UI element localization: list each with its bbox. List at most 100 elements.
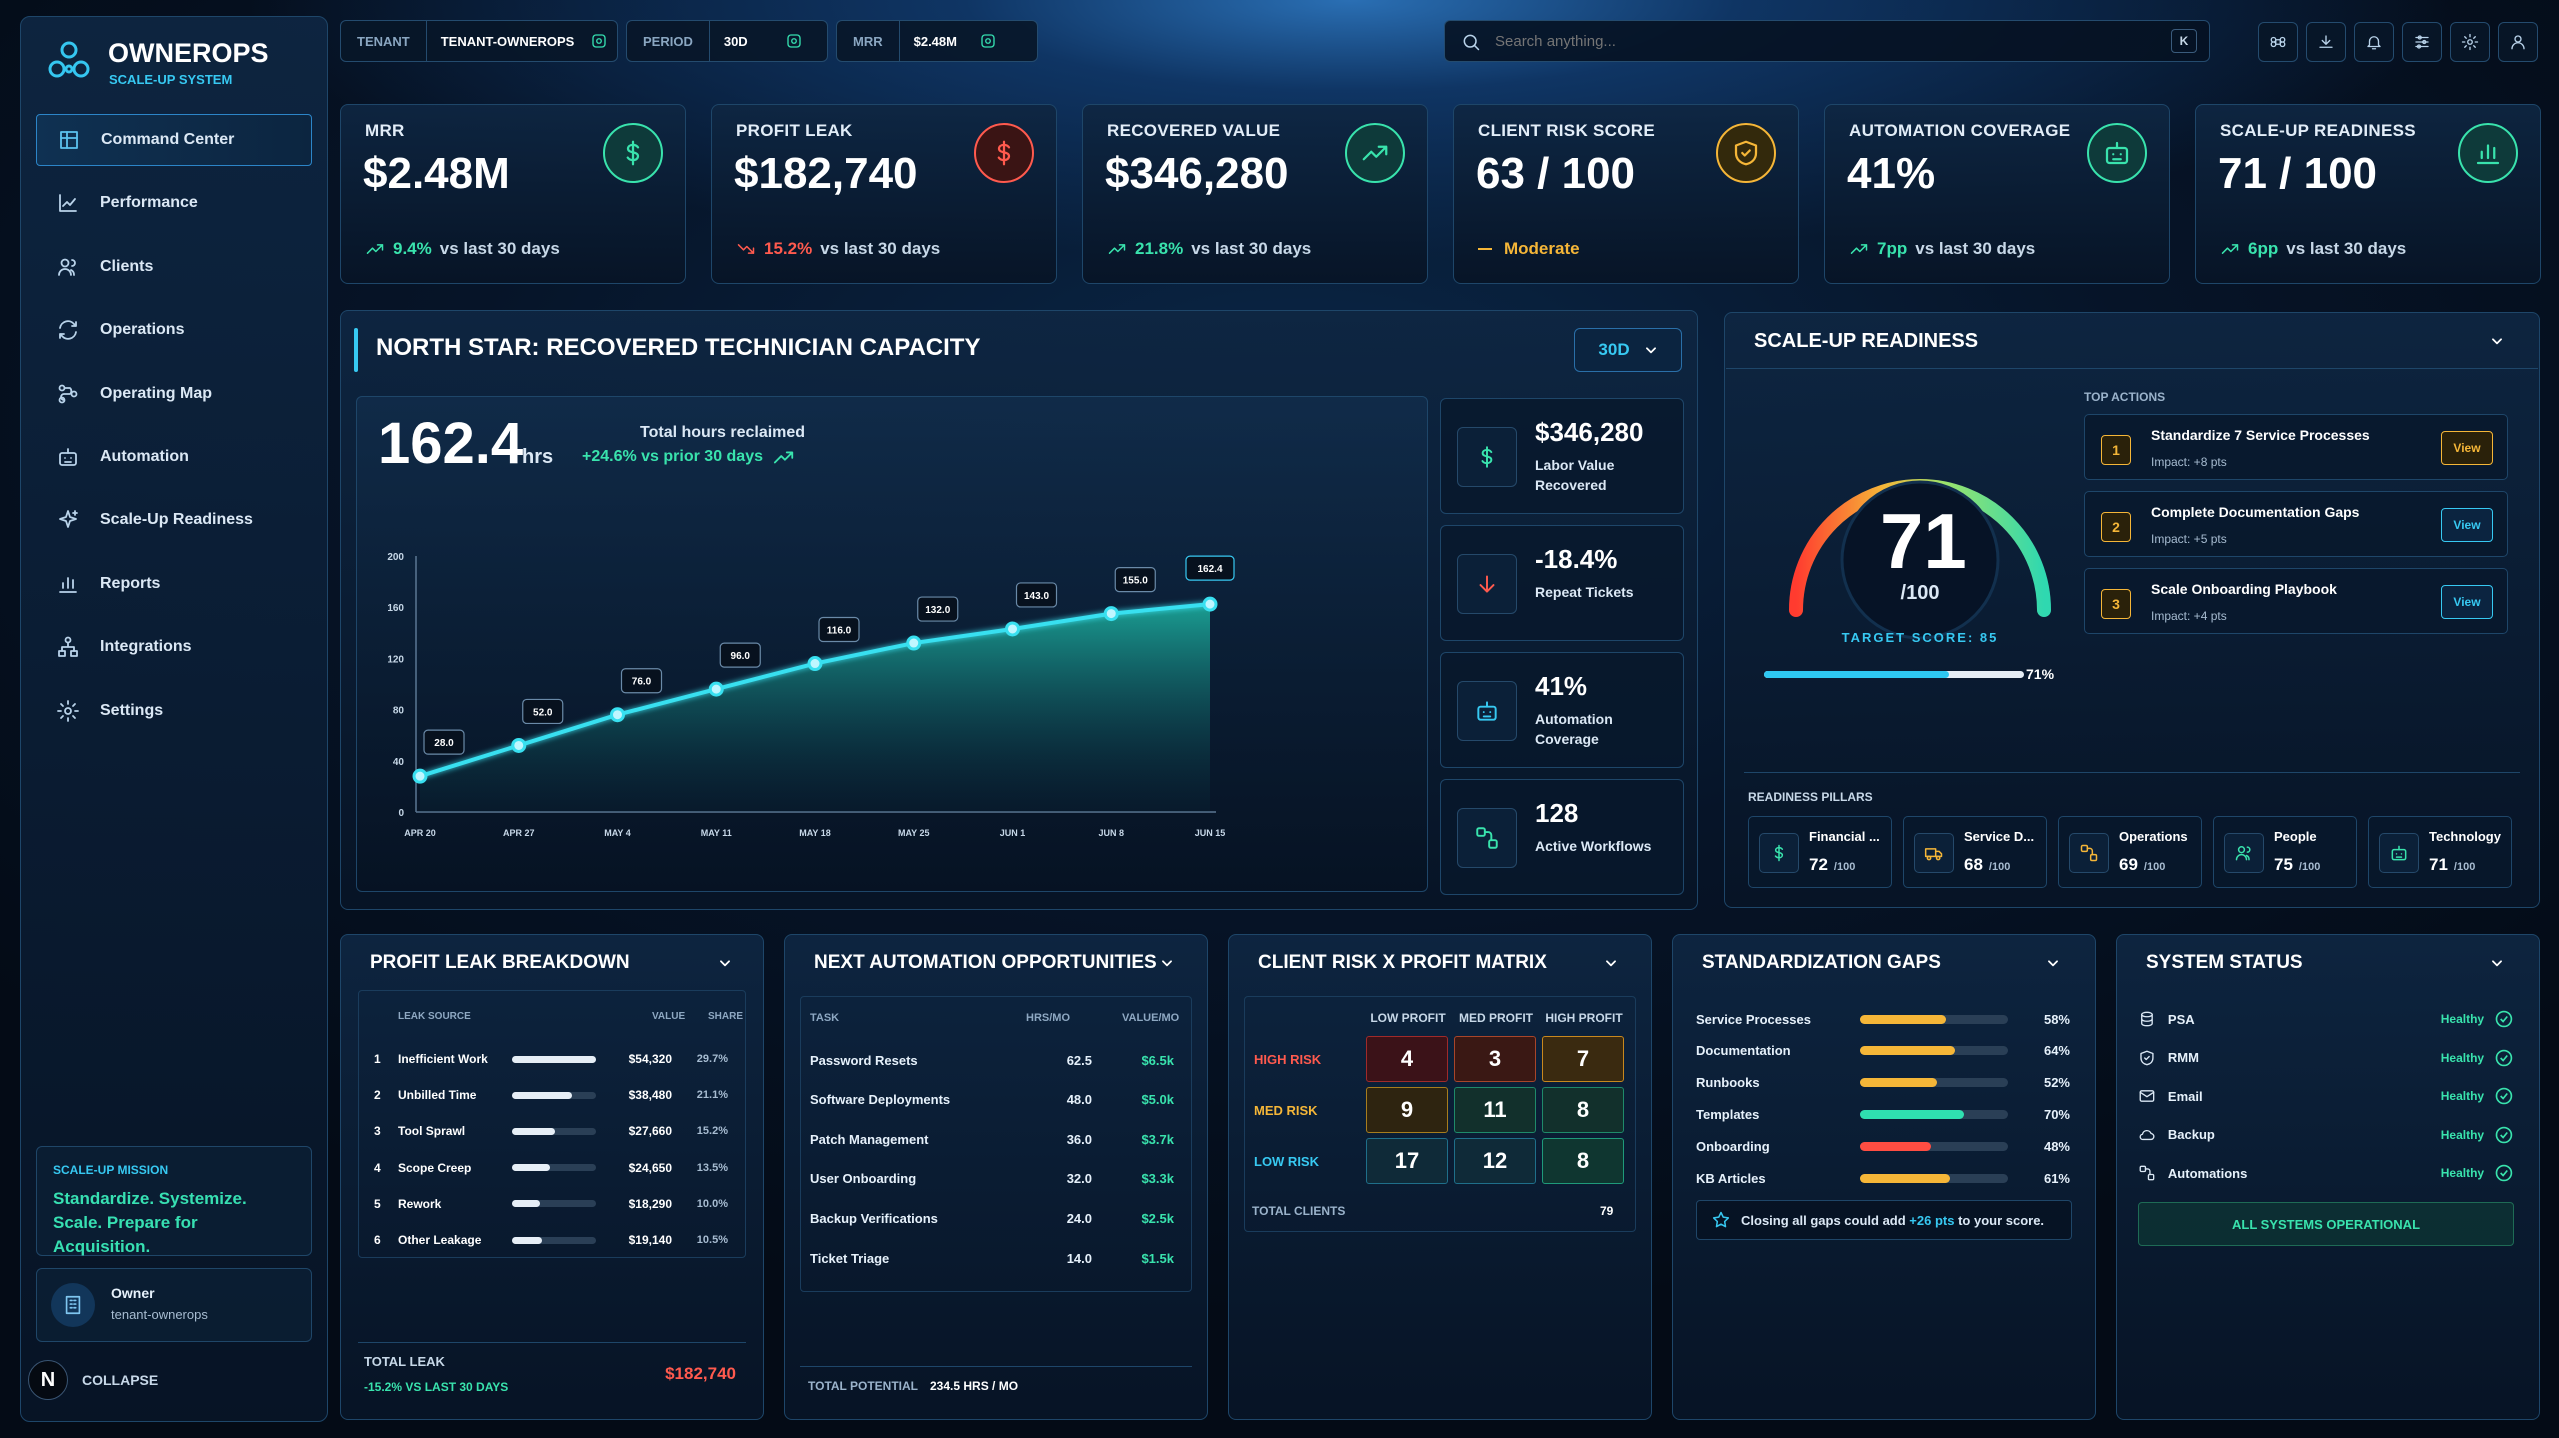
gap-row[interactable]: Documentation 64% <box>1696 1042 2072 1060</box>
chevron-down-icon[interactable] <box>2490 956 2504 970</box>
status-row[interactable]: RMM Healthy <box>2138 1047 2514 1069</box>
leak-row[interactable]: 3 Tool Sprawl $27,660 15.2% <box>374 1120 738 1142</box>
kpi-card-recovered-value[interactable]: RECOVERED VALUE $346,280 21.8% vs last 30 d… <box>1082 104 1428 284</box>
download-button[interactable] <box>2306 22 2346 62</box>
matrix-cell[interactable]: 11 <box>1454 1087 1536 1133</box>
data-point[interactable] <box>610 707 625 723</box>
leak-share: 13.5% <box>696 1161 728 1174</box>
side-stat-card[interactable]: 128 Active Workflows <box>1440 779 1684 895</box>
sidebar-item-integrations[interactable]: Integrations <box>36 621 312 673</box>
user-card[interactable]: Owner tenant-ownerops <box>36 1268 312 1342</box>
leak-row[interactable]: 4 Scope Creep $24,650 13.5% <box>374 1157 738 1179</box>
data-point[interactable] <box>906 635 922 651</box>
sidebar-item-performance[interactable]: Performance <box>36 177 312 229</box>
mrr-selector[interactable]: MRR $2.48M <box>836 20 1038 62</box>
leak-row[interactable]: 6 Other Leakage $19,140 10.5% <box>374 1229 738 1251</box>
check-circle-icon <box>2495 1010 2513 1028</box>
side-stat-card[interactable]: -18.4% Repeat Tickets <box>1440 525 1684 641</box>
top-action-item[interactable]: 1 Standardize 7 Service Processes Impact: … <box>2084 414 2508 480</box>
profile-button[interactable] <box>2498 22 2538 62</box>
view-action-button[interactable]: View <box>2441 585 2493 619</box>
kpi-card-scale-up-readiness[interactable]: SCALE-UP READINESS 71 / 100 6pp vs last 30 … <box>2195 104 2541 284</box>
top-action-item[interactable]: 2 Complete Documentation Gaps Impact: +5 p… <box>2084 491 2508 557</box>
matrix-cell[interactable]: 8 <box>1542 1138 1624 1184</box>
sidebar-item-operations[interactable]: Operations <box>36 304 312 356</box>
automation-row[interactable]: Password Resets 62.5 $6.5k <box>810 1048 1184 1072</box>
matrix-cell[interactable]: 8 <box>1542 1087 1624 1133</box>
view-action-button[interactable]: View <box>2441 431 2493 465</box>
settings-icon[interactable] <box>785 32 803 50</box>
readiness-pillar[interactable]: Technology 71/100 <box>2368 816 2512 888</box>
gap-row[interactable]: Runbooks 52% <box>1696 1074 2072 1092</box>
gap-row[interactable]: KB Articles 61% <box>1696 1169 2072 1187</box>
status-row[interactable]: Automations Healthy <box>2138 1162 2514 1184</box>
leak-row[interactable]: 2 Unbilled Time $38,480 21.1% <box>374 1084 738 1106</box>
data-point[interactable] <box>807 656 823 672</box>
matrix-cell[interactable]: 12 <box>1454 1138 1536 1184</box>
kpi-card-mrr[interactable]: MRR $2.48M 9.4% vs last 30 days <box>340 104 686 284</box>
readiness-pillar[interactable]: Financial ... 72/100 <box>1748 816 1892 888</box>
gap-row[interactable]: Service Processes 58% <box>1696 1010 2072 1028</box>
gap-bar-fill <box>1860 1109 1964 1119</box>
search-input[interactable] <box>1495 29 2115 53</box>
period-selector[interactable]: PERIOD 30D <box>626 20 828 62</box>
automation-row[interactable]: Software Deployments 48.0 $5.0k <box>810 1088 1184 1112</box>
leak-row[interactable]: 1 Inefficient Work $54,320 29.7% <box>374 1048 738 1070</box>
data-point[interactable] <box>708 681 724 697</box>
sidebar-item-clients[interactable]: Clients <box>36 241 312 293</box>
side-stat-card[interactable]: $346,280 Labor Value Recovered <box>1440 398 1684 514</box>
matrix-cell[interactable]: 7 <box>1542 1036 1624 1082</box>
top-action-item[interactable]: 3 Scale Onboarding Playbook Impact: +4 pts… <box>2084 568 2508 634</box>
readiness-pillar[interactable]: Operations 69/100 <box>2058 816 2202 888</box>
chevron-down-icon[interactable] <box>1604 956 1618 970</box>
kpi-card-profit-leak[interactable]: PROFIT LEAK $182,740 15.2% vs last 30 days <box>711 104 1057 284</box>
data-point[interactable] <box>1103 606 1119 622</box>
status-row[interactable]: Backup Healthy <box>2138 1124 2514 1146</box>
matrix-cell[interactable]: 9 <box>1366 1087 1448 1133</box>
sidebar-item-reports[interactable]: Reports <box>36 558 312 610</box>
view-action-button[interactable]: View <box>2441 508 2493 542</box>
readiness-pillar[interactable]: Service D... 68/100 <box>1903 816 2047 888</box>
filters-button[interactable] <box>2402 22 2442 62</box>
tenant-selector[interactable]: TENANT TENANT-OWNEROPS <box>340 20 618 62</box>
collapse-button[interactable]: N COLLAPSE <box>28 1358 268 1402</box>
settings-button[interactable] <box>2450 22 2490 62</box>
sidebar-item-command-center[interactable]: Command Center <box>36 114 312 166</box>
chevron-down-icon[interactable] <box>2490 334 2504 348</box>
settings-icon[interactable] <box>979 32 997 50</box>
status-row[interactable]: Email Healthy <box>2138 1085 2514 1107</box>
data-point[interactable] <box>511 737 527 753</box>
readiness-pillar[interactable]: People 75/100 <box>2213 816 2357 888</box>
status-row[interactable]: PSA Healthy <box>2138 1008 2514 1030</box>
automation-row[interactable]: Ticket Triage 14.0 $1.5k <box>810 1246 1184 1270</box>
automation-row[interactable]: Backup Verifications 24.0 $2.5k <box>810 1206 1184 1230</box>
chevron-down-icon[interactable] <box>1160 956 1174 970</box>
side-stat-card[interactable]: 41% Automation Coverage <box>1440 652 1684 768</box>
period-dropdown[interactable]: 30D <box>1574 328 1682 372</box>
data-point[interactable] <box>1202 596 1218 612</box>
chevron-down-icon[interactable] <box>2046 956 2060 970</box>
sidebar-item-settings[interactable]: Settings <box>36 685 312 737</box>
automation-row[interactable]: User Onboarding 32.0 $3.3k <box>810 1167 1184 1191</box>
kpi-card-automation-coverage[interactable]: AUTOMATION COVERAGE 41% 7pp vs last 30 days <box>1824 104 2170 284</box>
sidebar-item-operating-map[interactable]: Operating Map <box>36 368 312 420</box>
notifications-button[interactable] <box>2354 22 2394 62</box>
command-button[interactable] <box>2258 22 2298 62</box>
automation-row[interactable]: Patch Management 36.0 $3.7k <box>810 1127 1184 1151</box>
search-bar[interactable]: K <box>1444 20 2210 62</box>
matrix-cell[interactable]: 17 <box>1366 1138 1448 1184</box>
data-point[interactable] <box>412 768 428 784</box>
matrix-cell[interactable]: 4 <box>1366 1036 1448 1082</box>
matrix-cell[interactable]: 3 <box>1454 1036 1536 1082</box>
leak-row[interactable]: 5 Rework $18,290 10.0% <box>374 1193 738 1215</box>
gap-row[interactable]: Templates 70% <box>1696 1105 2072 1123</box>
data-point[interactable] <box>1005 621 1020 637</box>
gear-icon <box>2461 33 2479 51</box>
sidebar-item-scale-up-readiness[interactable]: Scale-Up Readiness <box>36 494 312 546</box>
chevron-down-icon[interactable] <box>718 956 732 970</box>
kpi-card-client-risk-score[interactable]: CLIENT RISK SCORE 63 / 100 Moderate <box>1453 104 1799 284</box>
settings-icon[interactable] <box>590 32 608 50</box>
sidebar-item-automation[interactable]: Automation <box>36 431 312 483</box>
app-logo[interactable]: OWNEROPS SCALE-UP SYSTEM <box>44 34 304 94</box>
gap-row[interactable]: Onboarding 48% <box>1696 1137 2072 1155</box>
